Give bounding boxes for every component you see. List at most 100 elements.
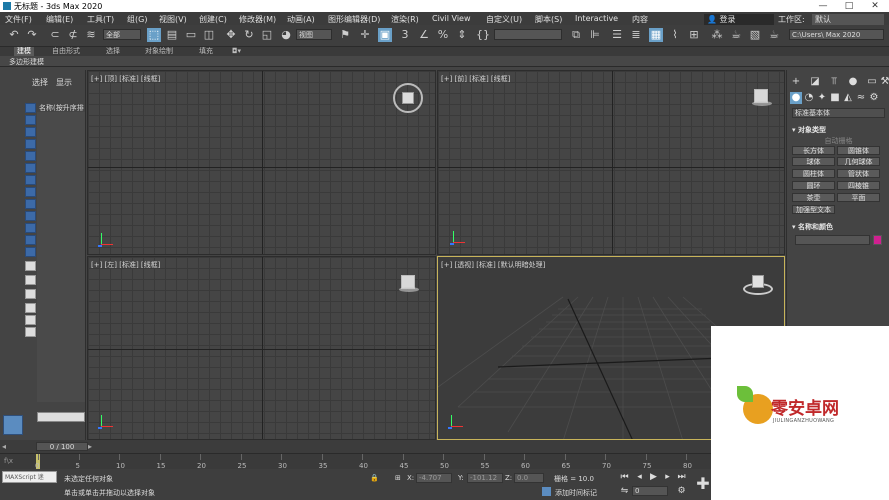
object-name-field[interactable] <box>795 235 870 245</box>
menu-tools[interactable]: 工具(T) <box>87 14 114 25</box>
display-tab-icon[interactable]: ▭ <box>866 76 878 88</box>
viewcube-top[interactable] <box>393 83 423 113</box>
menu-scripting[interactable]: 脚本(S) <box>535 14 562 25</box>
placement-icon[interactable]: ◕ <box>279 28 293 42</box>
pyramid-button[interactable]: 四棱锥 <box>837 181 880 190</box>
move-icon[interactable]: ✥ <box>224 28 238 42</box>
schematic-view-icon[interactable]: ⊞ <box>687 28 701 42</box>
selection-filter-dropdown[interactable]: 全部 <box>103 29 141 40</box>
key-mode-icon[interactable]: ⇋ <box>619 486 630 497</box>
filter-xrefs-icon[interactable] <box>25 187 36 197</box>
play-icon[interactable]: ▶ <box>648 472 659 483</box>
menu-view[interactable]: 视图(V) <box>159 14 187 25</box>
tab-freeform[interactable]: 自由形式 <box>52 47 80 56</box>
viewport-persp-label[interactable]: [+] [透视] [标准] [默认明暗处理] <box>441 260 545 270</box>
filter-frozen-icon[interactable] <box>25 223 36 233</box>
filter-all-icon[interactable] <box>25 247 36 257</box>
menu-create[interactable]: 创建(C) <box>199 14 227 25</box>
viewcube-left[interactable] <box>399 275 419 292</box>
rotate-icon[interactable]: ↻ <box>242 28 256 42</box>
viewport-left-label[interactable]: [+] [左] [标准] [线框] <box>91 260 160 270</box>
viewcube-persp[interactable] <box>743 275 773 295</box>
scene-object-list[interactable] <box>37 112 85 402</box>
create-tab-icon[interactable]: + <box>790 76 802 88</box>
lock-selection-icon[interactable]: 🔒 <box>370 474 379 482</box>
geometry-icon[interactable]: ● <box>790 92 802 104</box>
filter-groups-icon[interactable] <box>25 175 36 185</box>
menu-content[interactable]: 内容 <box>632 14 648 25</box>
filter-spacewarps-icon[interactable] <box>25 163 36 173</box>
named-selection-dropdown[interactable] <box>494 29 562 40</box>
maximize-button[interactable]: □ <box>836 0 862 12</box>
keyboard-shortcut-icon[interactable]: ▣ <box>378 28 392 42</box>
display-children-icon[interactable] <box>25 289 36 299</box>
tab-modeling[interactable]: 建模 <box>14 47 34 56</box>
mirror-icon[interactable]: ⧉ <box>569 28 583 42</box>
viewport-layout-icon[interactable] <box>3 415 23 435</box>
scene-tab-select[interactable]: 选择 <box>32 77 48 88</box>
next-frame-icon[interactable]: ▸ <box>88 442 92 451</box>
snaps-toggle-icon[interactable]: 3 <box>398 28 412 42</box>
filter-funnel-icon[interactable] <box>25 315 36 325</box>
display-invert-icon[interactable] <box>25 275 36 285</box>
tube-button[interactable]: 管状体 <box>837 169 880 178</box>
go-to-start-icon[interactable]: ⏮ <box>619 472 630 483</box>
cone-button[interactable]: 圆锥体 <box>837 146 880 155</box>
minimize-button[interactable]: — <box>810 0 836 12</box>
scene-tab-display[interactable]: 显示 <box>56 77 72 88</box>
viewport-front[interactable]: [+] [前] [标准] [线框] <box>437 70 785 255</box>
menu-interactive[interactable]: Interactive <box>575 14 618 23</box>
systems-icon[interactable]: ⚙ <box>868 92 880 104</box>
current-frame-field[interactable]: 0 <box>632 486 668 496</box>
scene-explorer-icon[interactable]: ☰ <box>610 28 624 42</box>
sphere-button[interactable]: 球体 <box>792 157 835 166</box>
window-crossing-icon[interactable]: ◫ <box>202 28 216 42</box>
object-category-dropdown[interactable]: 标准基本体 <box>792 108 885 118</box>
ribbon-toggle-icon[interactable]: ▦ <box>649 28 663 42</box>
time-config-icon[interactable]: ⚙ <box>676 486 687 497</box>
time-tag-icon[interactable] <box>542 487 551 496</box>
spacewarps-icon[interactable]: ≈ <box>855 92 867 104</box>
select-by-name-icon[interactable]: ▤ <box>165 28 179 42</box>
spinner-snap-icon[interactable]: ⇕ <box>455 28 469 42</box>
curve-editor-mini-icon[interactable]: f\x <box>4 457 13 465</box>
link-icon[interactable]: ⊂ <box>48 28 62 42</box>
filter-lights-icon[interactable] <box>25 127 36 137</box>
align-icon[interactable]: ⊫ <box>588 28 602 42</box>
display-none-icon[interactable] <box>25 261 36 271</box>
time-slider[interactable]: 0 / 100 <box>36 442 88 451</box>
menu-customize[interactable]: 自定义(U) <box>486 14 522 25</box>
teapot-button[interactable]: 茶壶 <box>792 193 835 202</box>
select-manipulate-icon[interactable]: ✛ <box>358 28 372 42</box>
menu-file[interactable]: 文件(F) <box>5 14 32 25</box>
layer-icon[interactable] <box>25 327 36 337</box>
viewport-front-label[interactable]: [+] [前] [标准] [线框] <box>441 74 510 84</box>
prev-key-icon[interactable]: ◂ <box>634 472 645 483</box>
hierarchy-tab-icon[interactable]: ⫪ <box>828 76 840 88</box>
torus-button[interactable]: 圆环 <box>792 181 835 190</box>
cameras-icon[interactable]: ■ <box>829 92 841 104</box>
filter-cameras-icon[interactable] <box>25 139 36 149</box>
auto-grid-checkbox[interactable]: 自动栅格 <box>792 136 885 146</box>
utilities-tab-icon[interactable]: ⚒ <box>879 76 889 88</box>
menu-edit[interactable]: 编辑(E) <box>46 14 73 25</box>
geosphere-button[interactable]: 几何球体 <box>837 157 880 166</box>
unlink-icon[interactable]: ⊄ <box>66 28 80 42</box>
viewport-top[interactable]: [+] [顶] [标准] [线框] <box>87 70 436 255</box>
motion-tab-icon[interactable]: ● <box>847 76 859 88</box>
redo-icon[interactable]: ↷ <box>25 28 39 42</box>
object-color-swatch[interactable] <box>873 235 882 245</box>
filter-helpers-icon[interactable] <box>25 151 36 161</box>
workspace-dropdown[interactable]: 默认 <box>812 14 884 25</box>
name-and-color-header[interactable]: ▾ 名称和颜色 <box>792 222 833 232</box>
ribbon-options-icon[interactable]: ◘▾ <box>232 47 241 56</box>
tab-populate[interactable]: 填充 <box>199 47 213 56</box>
layer-explorer-icon[interactable]: ≣ <box>629 28 643 42</box>
next-key-icon[interactable]: ▸ <box>662 472 673 483</box>
polygon-modeling-label[interactable]: 多边形建模 <box>9 57 44 67</box>
helpers-icon[interactable]: ◭ <box>842 92 854 104</box>
plane-button[interactable]: 平面 <box>837 193 880 202</box>
menu-civil-view[interactable]: Civil View <box>432 14 471 23</box>
zoom-extents-icon[interactable]: ✚ <box>695 476 711 492</box>
filter-bones-icon[interactable] <box>25 199 36 209</box>
